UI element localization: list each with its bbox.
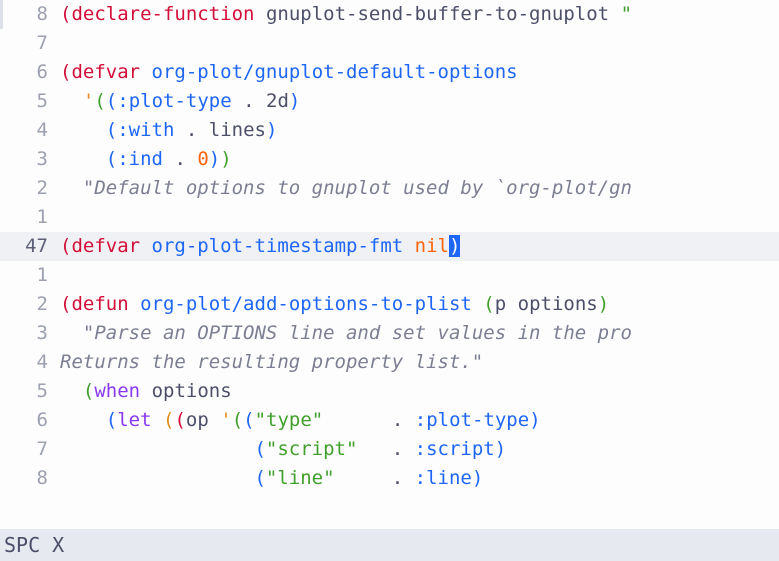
- code-line[interactable]: 5 '((:plot-type . 2d): [0, 87, 779, 116]
- line-number: 3: [0, 319, 60, 348]
- line-number: 6: [0, 58, 60, 87]
- line-number: 1: [0, 261, 60, 290]
- code-line[interactable]: 4 (:with . lines): [0, 116, 779, 145]
- code-line[interactable]: 2 "Default options to gnuplot used by `o…: [0, 174, 779, 203]
- code-content: (:ind . 0)): [60, 145, 779, 174]
- code-content: '((:plot-type . 2d): [60, 87, 779, 116]
- line-number-current: 47: [0, 232, 60, 261]
- line-number: 8: [0, 464, 60, 493]
- code-line[interactable]: 1: [0, 203, 779, 232]
- code-content: (defun org-plot/add-options-to-plist (p …: [60, 290, 779, 319]
- line-number: 7: [0, 29, 60, 58]
- code-content: [60, 29, 779, 58]
- line-number: 7: [0, 435, 60, 464]
- code-content: "Default options to gnuplot used by `org…: [60, 174, 779, 203]
- code-line[interactable]: 5 (when options: [0, 377, 779, 406]
- code-editor[interactable]: 8 (declare-function gnuplot-send-buffer-…: [0, 0, 779, 529]
- code-line[interactable]: 6 (defvar org-plot/gnuplot-default-optio…: [0, 58, 779, 87]
- line-number: 1: [0, 203, 60, 232]
- line-number: 2: [0, 290, 60, 319]
- code-content: [60, 203, 779, 232]
- line-number: 5: [0, 377, 60, 406]
- line-number: 2: [0, 174, 60, 203]
- line-number: 3: [0, 145, 60, 174]
- code-line[interactable]: 6 (let ((op '(("type" . :plot-type): [0, 406, 779, 435]
- line-number: 4: [0, 116, 60, 145]
- code-content: (:with . lines): [60, 116, 779, 145]
- code-line[interactable]: 3 "Parse an OPTIONS line and set values …: [0, 319, 779, 348]
- line-number: 8: [0, 0, 60, 29]
- cursor: ): [449, 235, 460, 257]
- code-content: (let ((op '(("type" . :plot-type): [60, 406, 779, 435]
- code-line[interactable]: 2 (defun org-plot/add-options-to-plist (…: [0, 290, 779, 319]
- code-content: ("line" . :line): [60, 464, 779, 493]
- line-number: 5: [0, 87, 60, 116]
- code-line[interactable]: 3 (:ind . 0)): [0, 145, 779, 174]
- code-content: (defvar org-plot-timestamp-fmt nil): [60, 232, 779, 261]
- code-content: (declare-function gnuplot-send-buffer-to…: [60, 0, 779, 29]
- code-content: Returns the resulting property list.": [60, 348, 779, 377]
- code-line[interactable]: 8 ("line" . :line): [0, 464, 779, 493]
- code-line[interactable]: 4 Returns the resulting property list.": [0, 348, 779, 377]
- code-content: "Parse an OPTIONS line and set values in…: [60, 319, 779, 348]
- code-line-current[interactable]: 47 (defvar org-plot-timestamp-fmt nil): [0, 232, 779, 261]
- line-number: 6: [0, 406, 60, 435]
- code-line[interactable]: 7: [0, 29, 779, 58]
- key-sequence: SPC X: [4, 533, 64, 557]
- code-content: (defvar org-plot/gnuplot-default-options: [60, 58, 779, 87]
- code-content: ("script" . :script): [60, 435, 779, 464]
- code-content: (when options: [60, 377, 779, 406]
- code-line[interactable]: 1: [0, 261, 779, 290]
- code-line[interactable]: 7 ("script" . :script): [0, 435, 779, 464]
- minibuffer[interactable]: SPC X: [0, 529, 779, 561]
- code-content: [60, 261, 779, 290]
- line-number: 4: [0, 348, 60, 377]
- code-line[interactable]: 8 (declare-function gnuplot-send-buffer-…: [0, 0, 779, 29]
